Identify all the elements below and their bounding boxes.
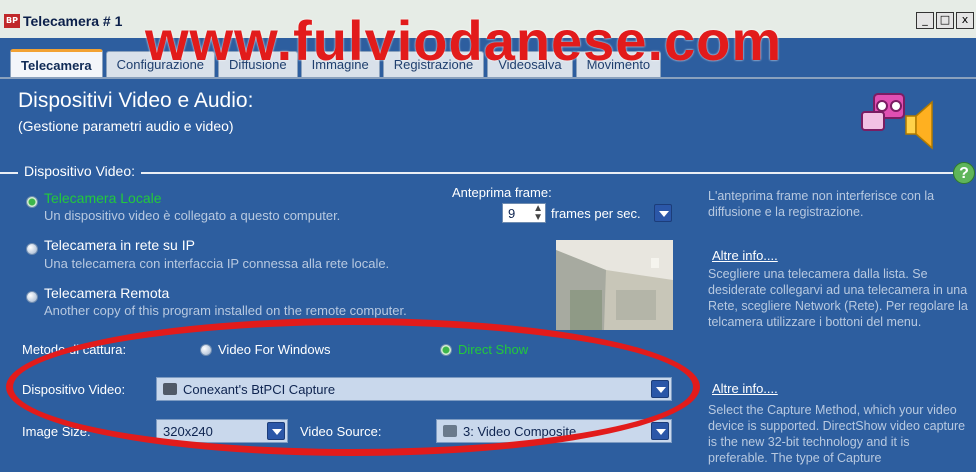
- maximize-button[interactable]: □: [936, 12, 954, 29]
- app-icon: BP: [4, 14, 20, 28]
- radio-remote-camera[interactable]: [26, 291, 38, 303]
- preview-scene: [556, 240, 673, 330]
- tab-divider: [0, 77, 976, 79]
- preview-frames-stepper[interactable]: 9 ▲ ▼: [502, 203, 546, 223]
- minimize-button[interactable]: _: [916, 12, 934, 29]
- window-controls: _ □ x: [916, 12, 974, 29]
- camera-speaker-icon: [861, 93, 933, 150]
- option-remote-camera-title[interactable]: Telecamera Remota: [44, 285, 169, 301]
- more-info-link-2[interactable]: Altre info....: [712, 381, 778, 396]
- radio-ip-camera[interactable]: [26, 243, 38, 255]
- section-divider: [0, 172, 960, 174]
- more-info-link-1[interactable]: Altre info....: [712, 248, 778, 263]
- preview-note-text: L'anteprima frame non interferisce con l…: [708, 189, 935, 219]
- option-local-camera-title[interactable]: Telecamera Locale: [44, 190, 162, 206]
- preview-frames-value: 9: [508, 206, 516, 221]
- highlight-ellipse: [6, 318, 700, 456]
- camera-preview-image: [556, 240, 673, 330]
- option-ip-camera-desc: Una telecamera con interfaccia IP connes…: [44, 256, 390, 271]
- option-ip-camera-title[interactable]: Telecamera in rete su IP: [44, 237, 195, 253]
- close-button[interactable]: x: [956, 12, 974, 29]
- help-icon[interactable]: ?: [953, 162, 975, 184]
- capture-note-text: Select the Capture Method, which your vi…: [708, 403, 966, 465]
- window-title: Telecamera # 1: [23, 13, 123, 29]
- option-local-camera-desc: Un dispositivo video è collegato a quest…: [44, 208, 341, 223]
- camera-note-text: Scegliere una telecamera dalla lista. Se…: [708, 267, 968, 329]
- page-title: Dispositivi Video e Audio:: [18, 89, 254, 112]
- chevron-down-icon[interactable]: [651, 422, 669, 440]
- stepper-arrows-icon[interactable]: ▲ ▼: [533, 204, 543, 223]
- tab-telecamera[interactable]: Telecamera: [10, 49, 103, 77]
- camera-settings-window: BP Telecamera # 1 _ □ x Telecamera Confi…: [0, 0, 976, 472]
- radio-local-camera[interactable]: [26, 196, 38, 208]
- preview-frames-label: Anteprima frame:: [452, 185, 552, 200]
- section-label: Dispositivo Video:: [18, 163, 142, 179]
- frames-dropdown-arrow-icon[interactable]: [654, 204, 672, 222]
- page-subtitle: (Gestione parametri audio e video): [18, 118, 234, 134]
- preview-frames-unit: frames per sec.: [551, 206, 641, 221]
- option-remote-camera-desc: Another copy of this program installed o…: [44, 303, 407, 318]
- watermark-text: www.fulviodanese.com: [145, 9, 783, 72]
